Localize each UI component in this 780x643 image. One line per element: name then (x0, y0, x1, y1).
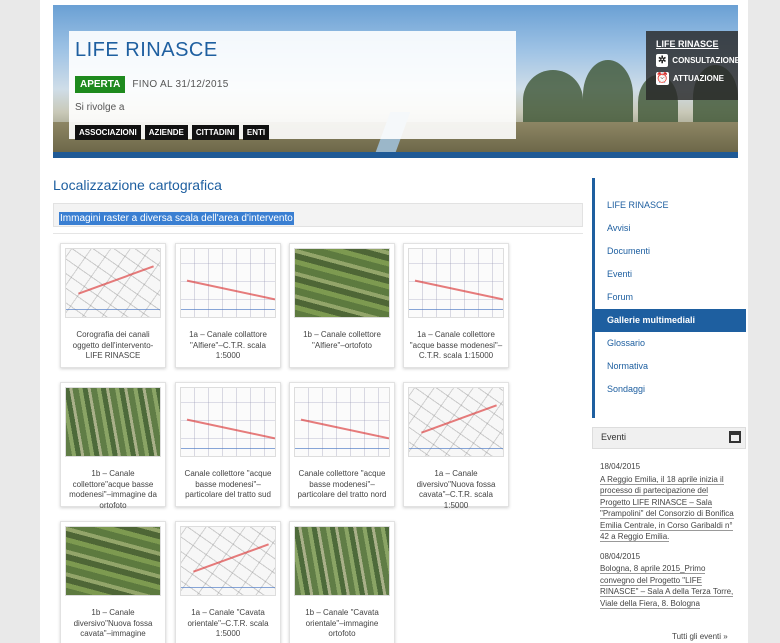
page: LIFE RINASCE APERTA FINO AL 31/12/2015 S… (40, 0, 748, 643)
gallery-thumbnail[interactable] (408, 248, 504, 318)
event-date: 18/04/2015 (600, 462, 641, 471)
tag-cittadini[interactable]: CITTADINI (191, 125, 239, 140)
gallery-thumbnail[interactable] (180, 248, 276, 318)
tag-enti[interactable]: ENTI (242, 125, 270, 140)
gallery-caption[interactable]: 1b – Canale collettore"acque basse moden… (65, 469, 161, 511)
sidebar-item-life-rinasce[interactable]: LIFE RINASCE (595, 194, 746, 217)
image-gallery: Corografia dei canali oggetto dell'inter… (53, 233, 583, 643)
gallery-subtitle: Immagini raster a diversa scala dell'are… (59, 212, 294, 225)
events-title: Eventi (601, 432, 627, 442)
gallery-caption[interactable]: 1a – Canale collettore "acque basse mode… (408, 330, 504, 362)
gallery-item[interactable]: 1b – Canale collettore "Alfiere"–ortofot… (289, 243, 395, 368)
event-link[interactable]: Bologna, 8 aprile 2015_Primo convegno de… (600, 564, 734, 609)
sidebar-item-forum[interactable]: Forum (595, 286, 746, 309)
menu-item-label: CONSULTAZIONE (672, 56, 738, 65)
gallery-item[interactable]: 1b – Canale "Cavata orientale"–immagine … (289, 521, 395, 643)
menu-item-label: ATTUAZIONE (673, 74, 724, 83)
events-list: 18/04/2015 A Reggio Emilia, il 18 aprile … (600, 461, 740, 617)
gallery-item[interactable]: 1b – Canale collettore"acque basse moden… (60, 382, 166, 510)
events-header: Eventi (592, 427, 746, 449)
sidebar-nav: LIFE RINASCE Avvisi Documenti Eventi Forum Ga… (592, 178, 746, 418)
event-item: 08/04/2015 Bologna, 8 aprile 2015_Primo c… (600, 551, 740, 610)
gallery-item[interactable]: Canale collettore "acque basse modenesi"… (289, 382, 395, 507)
status-badge: APERTA (75, 76, 126, 93)
process-menu: LIFE RINASCE ✲ CONSULTAZIONE ⏰ ATTUAZION… (646, 31, 738, 100)
gallery-item[interactable]: 1a – Canale collattore "Alfiere"–C.T.R. … (175, 243, 281, 368)
gallery-item[interactable]: Canale collettore "acque basse modenesi"… (175, 382, 281, 507)
gallery-thumbnail[interactable] (408, 387, 504, 457)
menu-item-attuazione[interactable]: ⏰ ATTUAZIONE (656, 72, 738, 85)
gallery-thumbnail[interactable] (65, 387, 161, 457)
event-date: 08/04/2015 (600, 551, 641, 561)
gallery-thumbnail[interactable] (294, 248, 390, 318)
page-title: LIFE RINASCE (75, 39, 218, 61)
gallery-caption[interactable]: 1b – Canale "Cavata orientale"–immagine … (294, 608, 390, 640)
gallery-thumbnail[interactable] (65, 248, 161, 318)
gallery-caption[interactable]: Corografia dei canali oggetto dell'inter… (65, 330, 161, 362)
gallery-thumbnail[interactable] (294, 526, 390, 596)
gallery-subtitle-bar: Immagini raster a diversa scala dell'are… (53, 203, 583, 227)
gallery-thumbnail[interactable] (65, 526, 161, 596)
initiative-info: LIFE RINASCE APERTA FINO AL 31/12/2015 S… (69, 31, 516, 140)
gallery-thumbnail[interactable] (294, 387, 390, 457)
gallery-caption[interactable]: 1a – Canale collattore "Alfiere"–C.T.R. … (180, 330, 276, 362)
gallery-caption[interactable]: 1b – Canale diversivo"Nuova fossa cavata… (65, 608, 161, 640)
gallery-thumbnail[interactable] (180, 387, 276, 457)
deadline-text: FINO AL 31/12/2015 (132, 79, 229, 90)
alarm-clock-icon: ⏰ (656, 72, 669, 85)
audience-label: Si rivolge a (75, 102, 125, 113)
hero-banner: LIFE RINASCE APERTA FINO AL 31/12/2015 S… (53, 5, 738, 158)
gallery-caption[interactable]: 1a – Canale diversivo"Nuova fossa cavata… (408, 469, 504, 511)
event-link[interactable]: A Reggio Emilia, il 18 aprile inizia il … (600, 474, 734, 542)
gallery-thumbnail[interactable] (180, 526, 276, 596)
sidebar-item-eventi[interactable]: Eventi (595, 263, 746, 286)
gallery-item[interactable]: 1b – Canale diversivo"Nuova fossa cavata… (60, 521, 166, 643)
all-events-link[interactable]: Tutti gli eventi » (672, 632, 728, 641)
tag-associazioni[interactable]: ASSOCIAZIONI (75, 125, 141, 140)
tag-aziende[interactable]: AZIENDE (144, 125, 188, 140)
sidebar-item-normativa[interactable]: Normativa (595, 355, 746, 378)
sidebar-item-gallerie-multimediali[interactable]: Gallerie multimediali (595, 309, 746, 332)
sidebar-item-glossario[interactable]: Glossario (595, 332, 746, 355)
gallery-caption[interactable]: Canale collettore "acque basse modenesi"… (180, 469, 276, 501)
sidebar-item-avvisi[interactable]: Avvisi (595, 217, 746, 240)
gallery-caption[interactable]: Canale collettore "acque basse modenesi"… (294, 469, 390, 501)
section-title: Localizzazione cartografica (53, 177, 222, 193)
gear-icon: ✲ (656, 54, 669, 67)
calendar-icon[interactable] (729, 431, 741, 443)
sidebar-item-documenti[interactable]: Documenti (595, 240, 746, 263)
gallery-caption[interactable]: 1b – Canale collettore "Alfiere"–ortofot… (294, 330, 390, 351)
menu-item-consultazione[interactable]: ✲ CONSULTAZIONE (656, 54, 738, 67)
gallery-item[interactable]: 1a – Canale "Cavata orientale"–C.T.R. sc… (175, 521, 281, 643)
event-item: 18/04/2015 A Reggio Emilia, il 18 aprile … (600, 461, 740, 543)
gallery-caption[interactable]: 1a – Canale "Cavata orientale"–C.T.R. sc… (180, 608, 276, 640)
gallery-item[interactable]: Corografia dei canali oggetto dell'inter… (60, 243, 166, 368)
audience-tags: ASSOCIAZIONI AZIENDE CITTADINI ENTI (75, 125, 510, 140)
sidebar-item-sondaggi[interactable]: Sondaggi (595, 378, 746, 401)
gallery-item[interactable]: 1a – Canale collettore "acque basse mode… (403, 243, 509, 368)
process-menu-title[interactable]: LIFE RINASCE (656, 39, 738, 49)
gallery-item[interactable]: 1a – Canale diversivo"Nuova fossa cavata… (403, 382, 509, 510)
